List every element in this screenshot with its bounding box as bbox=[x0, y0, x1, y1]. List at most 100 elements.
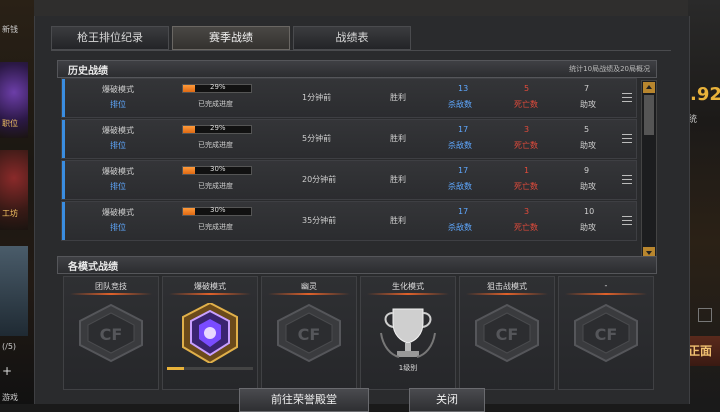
mode-card[interactable]: 幽灵 CF bbox=[261, 276, 357, 390]
history-scrollbar[interactable] bbox=[641, 80, 657, 260]
bg-right-button[interactable]: 正面 bbox=[688, 336, 720, 366]
close-button[interactable]: 关闭 bbox=[409, 388, 485, 412]
row-deaths-label: 死亡数 bbox=[514, 182, 538, 191]
mode-card[interactable]: - CF bbox=[558, 276, 654, 390]
row-progress-fill bbox=[183, 126, 195, 133]
row-kills-label: 杀敌数 bbox=[448, 182, 472, 191]
row-assists-label: 助攻 bbox=[580, 100, 596, 109]
mode-name: 幽灵 bbox=[301, 282, 317, 291]
scroll-thumb[interactable] bbox=[644, 95, 654, 135]
history-row[interactable]: 爆破模式 排位 30% 已完成进度 35分钟前 胜利 17 杀敌数 3 死亡数 10 助攻 bbox=[61, 201, 637, 241]
modes-title: 各模式战绩 bbox=[68, 262, 118, 273]
mode-highlight bbox=[367, 293, 449, 295]
row-accent bbox=[62, 79, 65, 117]
tab-season-record[interactable]: 赛季战绩 bbox=[172, 26, 290, 50]
row-assists-label: 助攻 bbox=[580, 182, 596, 191]
row-mode: 爆破模式 bbox=[102, 126, 134, 135]
mode-progress bbox=[167, 367, 253, 370]
row-kills-label: 杀敌数 bbox=[448, 141, 472, 150]
tab-ranked-record[interactable]: 枪王排位纪录 bbox=[51, 26, 169, 50]
row-progress-pct: 30% bbox=[210, 206, 226, 214]
row-menu-icon[interactable] bbox=[622, 134, 632, 143]
tab-record-table[interactable]: 战绩表 bbox=[293, 26, 411, 50]
row-time: 20分钟前 bbox=[302, 175, 337, 184]
history-row[interactable]: 爆破模式 排位 29% 已完成进度 1分钟前 胜利 13 杀敌数 5 死亡数 7 助攻 bbox=[61, 78, 637, 118]
cf-logo-icon: CF bbox=[474, 303, 540, 363]
row-result: 胜利 bbox=[390, 134, 406, 143]
mode-level: 1级别 bbox=[398, 364, 418, 372]
row-assists: 9 bbox=[584, 166, 590, 175]
row-progress-fill bbox=[183, 167, 196, 174]
row-accent bbox=[62, 202, 65, 240]
bg-label: 职位 bbox=[2, 119, 18, 128]
row-time: 1分钟前 bbox=[302, 93, 332, 102]
row-progress-pct: 29% bbox=[210, 124, 226, 132]
row-sub: 排位 bbox=[110, 100, 126, 109]
mode-progress-fill bbox=[167, 367, 185, 370]
row-mode: 爆破模式 bbox=[102, 208, 134, 217]
row-accent bbox=[62, 161, 65, 199]
row-progress-fill bbox=[183, 85, 195, 92]
mode-name: - bbox=[604, 281, 608, 290]
row-result: 胜利 bbox=[390, 93, 406, 102]
mode-card[interactable]: 生化模式 1级别 bbox=[360, 276, 456, 390]
row-result: 胜利 bbox=[390, 175, 406, 184]
bg-icon bbox=[698, 308, 712, 322]
bg-plus-icon[interactable]: + bbox=[2, 364, 12, 378]
row-menu-icon[interactable] bbox=[622, 93, 632, 102]
mode-highlight bbox=[466, 293, 548, 295]
honor-hall-button[interactable]: 前往荣誉殿堂 bbox=[239, 388, 369, 412]
mode-highlight bbox=[565, 293, 647, 295]
mode-highlight bbox=[169, 293, 251, 295]
tab-divider bbox=[51, 50, 671, 51]
row-sub: 排位 bbox=[110, 141, 126, 150]
row-sub: 排位 bbox=[110, 182, 126, 191]
history-row[interactable]: 爆破模式 排位 30% 已完成进度 20分钟前 胜利 17 杀敌数 1 死亡数 9 助攻 bbox=[61, 160, 637, 200]
row-deaths-label: 死亡数 bbox=[514, 223, 538, 232]
row-assists-label: 助攻 bbox=[580, 141, 596, 150]
row-progress-pct: 30% bbox=[210, 165, 226, 173]
mode-name: 生化模式 bbox=[392, 282, 424, 291]
svg-text:CF: CF bbox=[100, 325, 123, 344]
row-result: 胜利 bbox=[390, 216, 406, 225]
mode-card[interactable]: 爆破模式 bbox=[162, 276, 258, 390]
row-progress-fill bbox=[183, 208, 196, 215]
row-assists: 10 bbox=[584, 207, 595, 216]
svg-text:CF: CF bbox=[496, 325, 519, 344]
mode-card[interactable]: 团队竞技 CF bbox=[63, 276, 159, 390]
modes-header: 各模式战绩 bbox=[57, 256, 657, 274]
mode-name: 团队竞技 bbox=[95, 282, 127, 291]
mode-card[interactable]: 狙击战模式 CF bbox=[459, 276, 555, 390]
row-progress-sub: 已完成进度 bbox=[198, 182, 233, 190]
history-list: 爆破模式 排位 29% 已完成进度 1分钟前 胜利 13 杀敌数 5 死亡数 7 助攻 爆破模式 排位 29… bbox=[61, 78, 641, 258]
row-deaths: 5 bbox=[524, 84, 530, 93]
row-menu-icon[interactable] bbox=[622, 216, 632, 225]
history-header: 历史战绩 统计10局战绩及20局概况 bbox=[57, 60, 657, 78]
svg-text:CF: CF bbox=[298, 325, 321, 344]
row-progress-pct: 29% bbox=[210, 83, 226, 91]
row-progress-sub: 已完成进度 bbox=[198, 141, 233, 149]
history-title: 历史战绩 bbox=[68, 66, 108, 77]
svg-text:CF: CF bbox=[595, 325, 618, 344]
row-progress-sub: 已完成进度 bbox=[198, 100, 233, 108]
scroll-up-icon[interactable] bbox=[643, 82, 655, 93]
cf-logo-icon: CF bbox=[78, 303, 144, 363]
row-deaths-label: 死亡数 bbox=[514, 141, 538, 150]
history-summary: 统计10局战绩及20局概况 bbox=[569, 65, 650, 73]
record-window: 枪王排位纪录 赛季战绩 战绩表 历史战绩 统计10局战绩及20局概况 爆破模式排… bbox=[34, 16, 690, 412]
background-left-panel: 新钱 职位 工坊 (/5) + 游戏 bbox=[0, 0, 34, 404]
bg-thumbnail-3 bbox=[0, 246, 28, 336]
bg-number: .92 bbox=[690, 84, 720, 105]
window-titlebar bbox=[34, 0, 688, 16]
mode-name: 狙击战模式 bbox=[487, 282, 527, 291]
row-assists: 7 bbox=[584, 84, 590, 93]
modes-grid: 团队竞技 CF 爆破模式 幽灵 CF 生化模式 1级别 狙击战模式 CF - CF bbox=[63, 276, 657, 390]
history-row[interactable]: 爆破模式 排位 29% 已完成进度 5分钟前 胜利 17 杀敌数 3 死亡数 5 助攻 bbox=[61, 119, 637, 159]
row-sub: 排位 bbox=[110, 223, 126, 232]
rank-emblem-icon bbox=[177, 301, 243, 365]
bg-label: 游戏 bbox=[2, 393, 18, 402]
row-kills: 17 bbox=[458, 166, 469, 175]
row-menu-icon[interactable] bbox=[622, 175, 632, 184]
row-accent bbox=[62, 120, 65, 158]
tab-bar: 枪王排位纪录 赛季战绩 战绩表 bbox=[51, 26, 411, 50]
